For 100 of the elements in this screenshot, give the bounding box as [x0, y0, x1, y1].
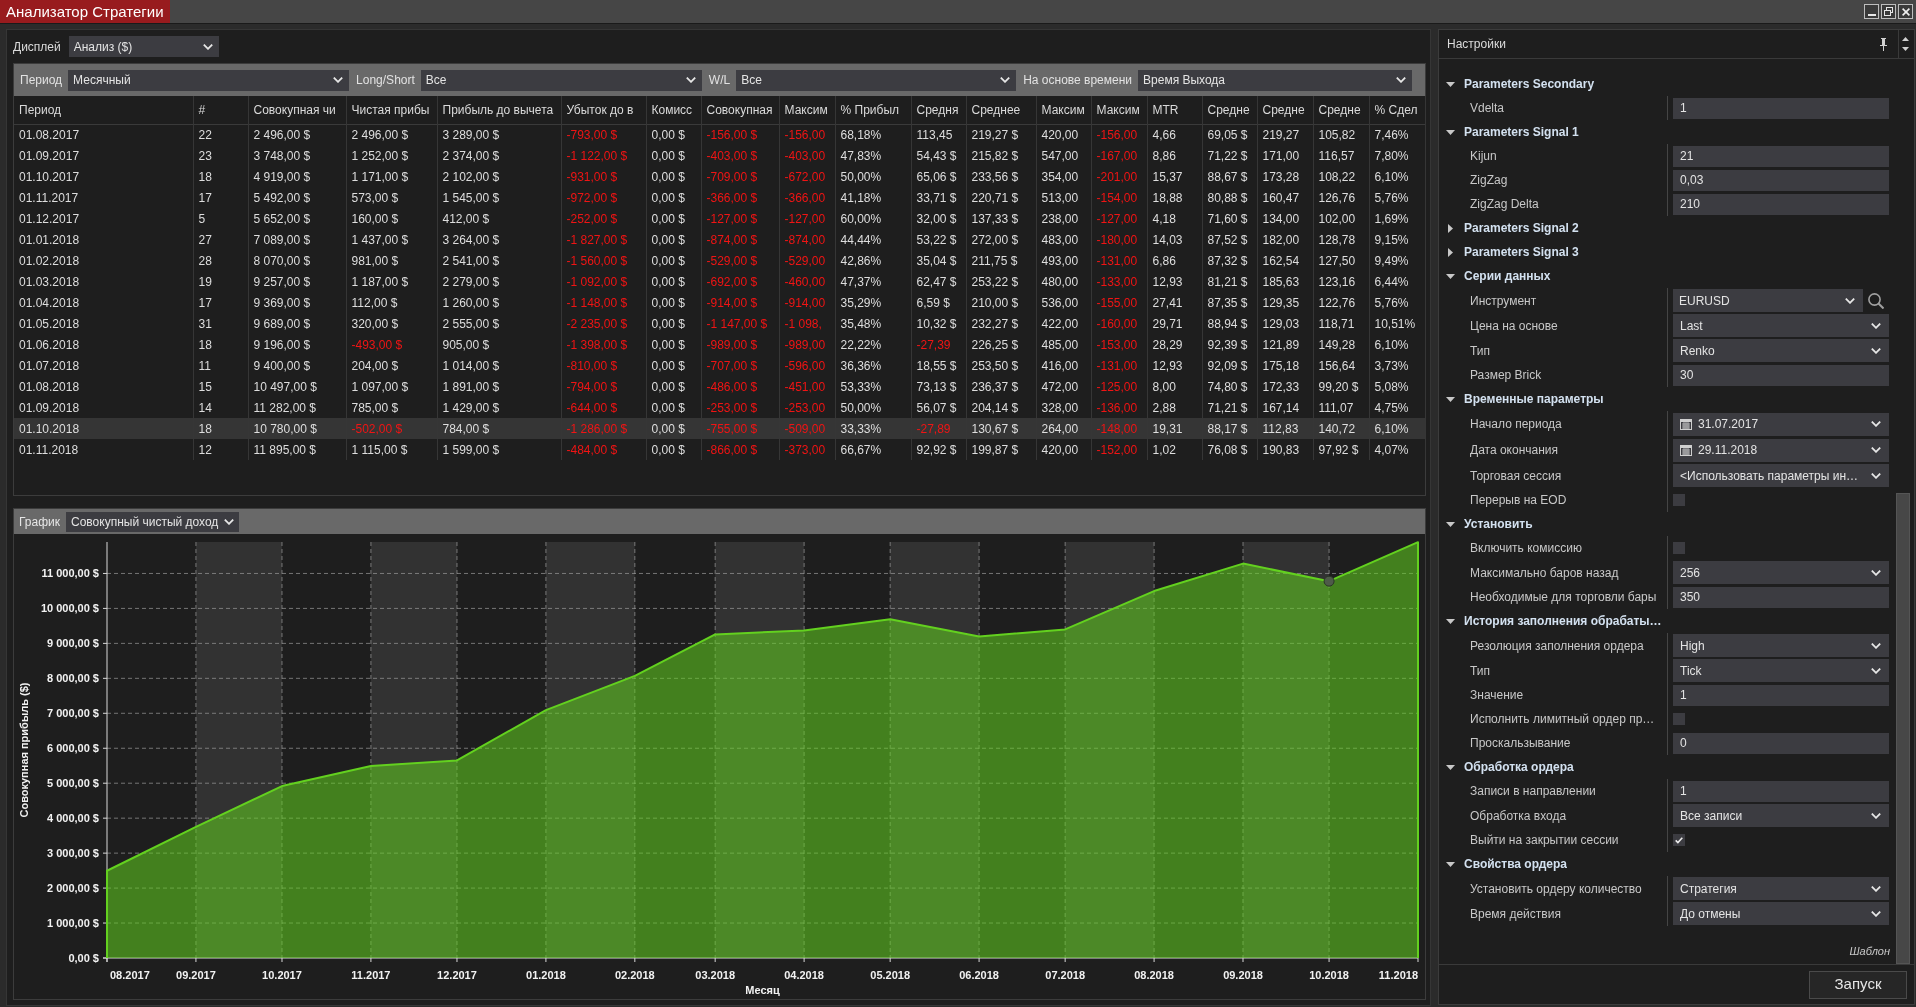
input-field[interactable]: 30: [1673, 364, 1889, 386]
column-header[interactable]: MTR: [1147, 96, 1202, 124]
axis-tick-label: 10.2017: [262, 969, 302, 981]
property-label: Тип: [1469, 342, 1491, 360]
axis-tick-label: 03.2018: [695, 969, 736, 981]
table-row[interactable]: 01.08.2017 22 2 496,00 $ 2 496,00 $ 3 289,00 $ -793,00 $ 0,00 $ -156,00 $ -156,00 68,18% 113,45 219,27 $ 420,00 -156,00 4,66 69,05 $ 219,27 105,82 7,46%: [14, 124, 1425, 145]
axis-tick-label: 5 000,00 $: [47, 777, 99, 790]
checkbox[interactable]: [1673, 713, 1685, 725]
input-field[interactable]: 210: [1673, 193, 1889, 215]
axis-tick-label: 09.2017: [176, 969, 216, 981]
dropdown[interactable]: 256: [1673, 561, 1889, 584]
section-title[interactable]: Parameters Signal 1: [1464, 123, 1579, 141]
triangle-down-icon[interactable]: [1446, 81, 1455, 87]
section-title[interactable]: Установить: [1464, 515, 1533, 533]
dropdown[interactable]: <Использовать параметры ин…: [1673, 464, 1889, 487]
date-picker[interactable]: 31.07.2017: [1673, 412, 1889, 436]
dropdown[interactable]: High: [1673, 634, 1889, 657]
section-title[interactable]: История заполнения обрабаты…: [1464, 612, 1662, 630]
input-field[interactable]: 1: [1673, 97, 1889, 119]
triangle-down-icon[interactable]: [1446, 764, 1455, 770]
dropdown[interactable]: Renko: [1673, 339, 1889, 362]
search-icon[interactable]: [1868, 292, 1884, 309]
triangle-right-icon[interactable]: [1448, 247, 1453, 257]
dropdown[interactable]: Last: [1673, 314, 1889, 337]
table-row[interactable]: 01.10.2018 18 10 780,00 $ -502,00 $ 784,00 $ -1 286,00 $ 0,00 $ -755,00 $ -509,00 33,33% -27,89 130,67 $ 264,00 -148,00 19,31 88,17 $ 112,83 140,72 6,10%: [14, 418, 1425, 439]
column-header[interactable]: Прибыль до вычета: [437, 96, 561, 124]
triangle-down-icon[interactable]: [1446, 129, 1455, 135]
triangle-down-icon[interactable]: [1446, 273, 1455, 279]
triangle-down-icon[interactable]: [1446, 396, 1455, 402]
section-title[interactable]: Parameters Signal 2: [1464, 219, 1579, 237]
axis-tick-label: 0,00 $: [68, 952, 99, 964]
chevron-down-icon: [1871, 447, 1881, 453]
property-label: Vdelta: [1469, 100, 1506, 117]
section-title[interactable]: Обработка ордера: [1464, 758, 1574, 776]
dropdown[interactable]: Все записи: [1673, 804, 1889, 827]
column-header[interactable]: Средне: [1202, 96, 1257, 124]
column-header[interactable]: Средне: [1257, 96, 1313, 124]
input-field[interactable]: 1: [1673, 780, 1889, 802]
dropdown[interactable]: Месячный: [68, 69, 350, 91]
input-field[interactable]: 1: [1673, 684, 1889, 706]
column-header[interactable]: Период: [14, 96, 193, 124]
checkbox[interactable]: [1673, 542, 1685, 554]
dropdown[interactable]: До отмены: [1673, 902, 1889, 925]
triangle-right-icon[interactable]: [1448, 223, 1453, 233]
checkbox[interactable]: [1673, 494, 1685, 506]
chevron-down-icon: [1396, 77, 1407, 83]
pin-icon[interactable]: [1880, 37, 1887, 51]
column-header[interactable]: Совокупная: [701, 96, 779, 124]
column-header[interactable]: Убыток до в: [561, 96, 646, 124]
input-field[interactable]: 350: [1673, 586, 1889, 608]
triangle-down-icon[interactable]: [1446, 861, 1455, 867]
run-button[interactable]: Запуск: [1809, 970, 1907, 999]
section-title[interactable]: Серии данных: [1464, 267, 1551, 285]
table-cell: -152,00: [1091, 439, 1147, 460]
triangle-down-icon[interactable]: [1446, 618, 1455, 624]
section-title[interactable]: Parameters Secondary: [1464, 75, 1595, 93]
column-header[interactable]: % Прибыл: [835, 96, 911, 124]
column-header[interactable]: Среднее: [966, 96, 1036, 124]
column-header[interactable]: Комисс: [646, 96, 701, 124]
table-cell: -866,00 $: [701, 439, 779, 460]
section-title[interactable]: Parameters Signal 3: [1464, 243, 1579, 261]
column-header[interactable]: Чистая прибы: [346, 96, 437, 124]
restore-icon: [1884, 7, 1893, 16]
section-title[interactable]: Временные параметры: [1464, 390, 1604, 408]
dropdown[interactable]: Совокупный чистый доход: [66, 511, 240, 532]
dropdown[interactable]: Стратегия: [1673, 877, 1889, 900]
date-picker[interactable]: 29.11.2018: [1673, 438, 1889, 462]
column-header[interactable]: Максим: [1036, 96, 1091, 124]
dropdown[interactable]: Все: [736, 69, 1017, 91]
axis-tick-label: 06.2018: [959, 969, 999, 981]
column-header[interactable]: Средня: [911, 96, 966, 124]
input-field[interactable]: 0: [1673, 732, 1889, 754]
column-header[interactable]: Максим: [779, 96, 835, 124]
dropdown[interactable]: Анализ ($): [68, 36, 219, 57]
table-row[interactable]: 01.11.2018 12 11 895,00 $ 1 115,00 $ 1 599,00 $ -484,00 $ 0,00 $ -866,00 $ -373,00 66,67% 92,92 $ 199,87 $ 420,00 -152,00 1,02 76,08 $ 190,83 97,92 $ 4,07%: [14, 439, 1425, 460]
point-marker[interactable]: [1323, 575, 1335, 587]
template-link[interactable]: Шаблон: [1849, 942, 1890, 959]
column-header[interactable]: Максим: [1091, 96, 1147, 124]
dropdown[interactable]: EURUSD: [1673, 289, 1863, 312]
minimize-button[interactable]: [1864, 4, 1879, 19]
caret-down-icon[interactable]: [1902, 47, 1909, 51]
table-row[interactable]: 01.09.2018 14 11 282,00 $ 785,00 $ 1 429,00 $ -644,00 $ 0,00 $ -253,00 $ -253,00 50,00% 56,07 $ 204,14 $ 328,00 -136,00 2,88 71,21 $ 167,14 111,07 4,75%: [14, 397, 1425, 418]
input-field[interactable]: 21: [1673, 145, 1889, 167]
checkbox[interactable]: [1673, 834, 1685, 846]
close-button[interactable]: [1898, 4, 1913, 19]
axis-tick-label: 3 000,00 $: [47, 847, 99, 860]
dropdown[interactable]: Tick: [1673, 659, 1889, 682]
triangle-down-icon[interactable]: [1446, 521, 1455, 527]
dropdown[interactable]: Все: [420, 69, 702, 91]
column-header[interactable]: Средне: [1313, 96, 1369, 124]
dropdown[interactable]: Время Выхода: [1138, 69, 1413, 91]
scrollbar-thumb[interactable]: [1896, 493, 1910, 964]
column-header[interactable]: Совокупная чи: [248, 96, 346, 124]
caret-up-icon[interactable]: [1902, 37, 1909, 41]
input-field[interactable]: 0,03: [1673, 169, 1889, 191]
chevron-down-icon: [1871, 812, 1881, 819]
column-header[interactable]: #: [193, 96, 248, 124]
section-title[interactable]: Свойства ордера: [1464, 855, 1568, 873]
restore-button[interactable]: [1881, 4, 1896, 19]
column-header[interactable]: % Сдел: [1369, 96, 1425, 124]
